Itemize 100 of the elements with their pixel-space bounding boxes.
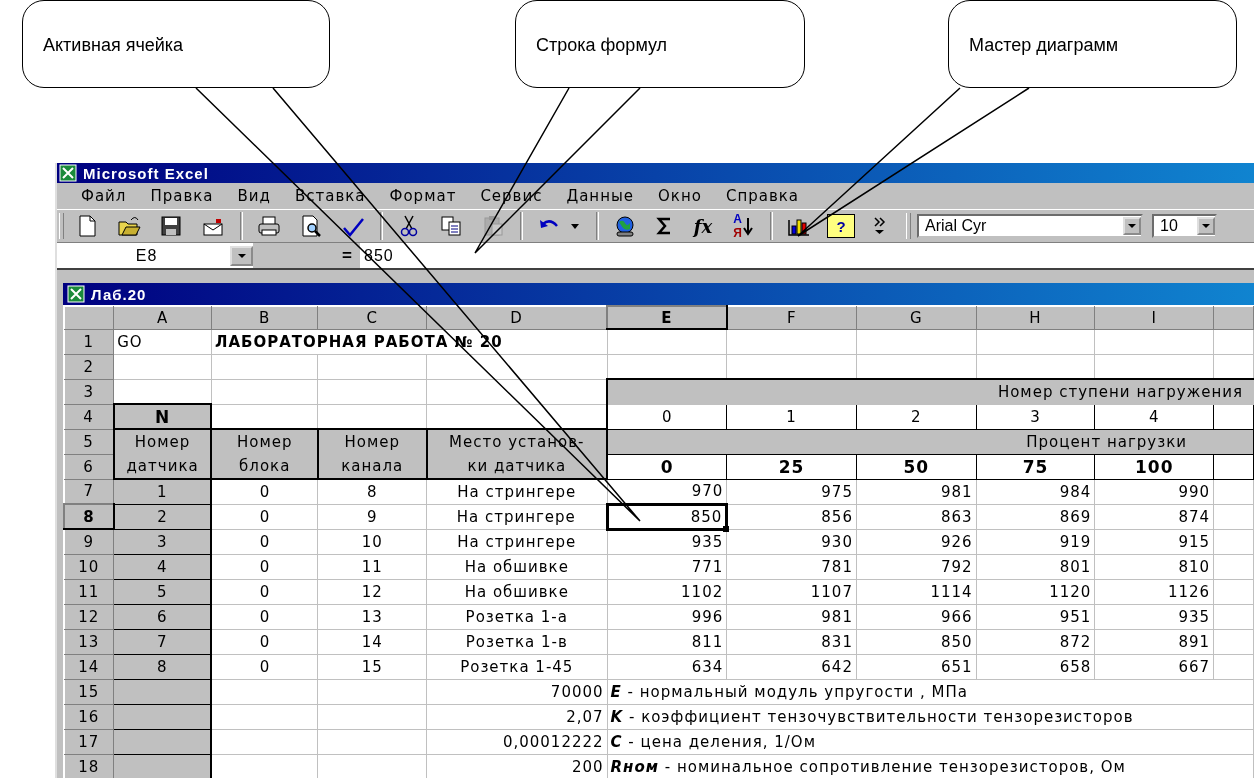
table-cell: 810 — [1094, 554, 1214, 579]
table-cell: 966 — [856, 604, 977, 629]
table-cell: На обшивке — [426, 579, 608, 604]
caret-icon — [1201, 221, 1211, 231]
column-header[interactable]: F — [726, 306, 857, 329]
table-cell: 1120 — [976, 579, 1095, 604]
name-box[interactable]: E8 — [63, 243, 230, 268]
table-cell: 658 — [976, 654, 1095, 679]
table-cell: 935 — [607, 529, 727, 554]
row-header[interactable]: 3 — [64, 379, 114, 404]
row-header[interactable]: 5 — [64, 429, 114, 454]
table-cell: 9 — [317, 504, 427, 529]
column-header[interactable]: B — [211, 306, 318, 329]
copy-icon[interactable] — [439, 214, 463, 238]
row-header[interactable]: 10 — [64, 554, 114, 579]
table-cell: 811 — [607, 629, 727, 654]
table-cell: 0 — [211, 504, 318, 529]
table-cell: C - цена деления, 1/Ом — [607, 729, 1254, 754]
table-cell: 3 — [113, 529, 212, 554]
row-header[interactable]: 15 — [64, 679, 114, 704]
table-cell: E - нормальный модуль упругости , МПа — [607, 679, 1254, 704]
row-header[interactable]: 18 — [64, 754, 114, 778]
table-cell: 984 — [976, 479, 1095, 504]
menu-item[interactable]: Окно — [646, 187, 714, 205]
table-cell: 7 — [113, 629, 212, 654]
row-header[interactable]: 17 — [64, 729, 114, 754]
table-cell: 4 — [1094, 404, 1214, 429]
table-cell: блока — [211, 454, 318, 479]
table-cell: 2 — [856, 404, 977, 429]
row-header[interactable]: 14 — [64, 654, 114, 679]
table-cell: 872 — [976, 629, 1095, 654]
table-cell: 0 — [607, 454, 727, 479]
dropdown-button[interactable] — [230, 245, 253, 266]
row-header[interactable]: 6 — [64, 454, 114, 479]
row-header[interactable]: 9 — [64, 529, 114, 554]
table-cell: 0 — [211, 529, 318, 554]
table-cell: Процент нагрузки — [607, 429, 1254, 454]
table-cell: 10 — [317, 529, 427, 554]
table-cell: Розетка 1-а — [426, 604, 608, 629]
column-header[interactable]: D — [426, 306, 608, 329]
font-size-select[interactable]: 10 — [1152, 214, 1217, 238]
menu-item[interactable]: Файл — [69, 187, 139, 205]
callout: Строка формул — [515, 0, 805, 88]
table-cell: 8 — [113, 654, 212, 679]
column-header[interactable]: I — [1094, 306, 1214, 329]
open-folder-icon[interactable] — [117, 214, 141, 238]
equals-sign: = — [342, 245, 352, 266]
table-cell: 990 — [1094, 479, 1214, 504]
font-select[interactable]: Arial Cyr — [917, 214, 1143, 238]
table-cell: 981 — [856, 479, 977, 504]
row-header[interactable]: 12 — [64, 604, 114, 629]
table-cell: 919 — [976, 529, 1095, 554]
dropdown-button[interactable] — [1197, 217, 1215, 235]
table-cell: K - коэффициент тензочувствительности тензорезисторов — [607, 704, 1254, 729]
help-button[interactable]: ? — [827, 214, 855, 238]
row-header[interactable]: 13 — [64, 629, 114, 654]
workbook-icon — [67, 285, 85, 303]
menu-item[interactable]: Формат — [377, 187, 469, 205]
table-cell: 0 — [211, 479, 318, 504]
table-cell: 792 — [856, 554, 977, 579]
column-header[interactable] — [1213, 306, 1254, 329]
table-cell: канала — [317, 454, 427, 479]
print-preview-icon[interactable] — [299, 214, 323, 238]
globe-icon[interactable] — [613, 214, 637, 238]
table-cell: Номер ступени нагружения — [607, 379, 1254, 404]
row-header[interactable]: 8 — [64, 504, 114, 529]
table-cell: 50 — [856, 454, 977, 479]
table-cell: 771 — [607, 554, 727, 579]
function-button[interactable]: fx — [693, 215, 713, 237]
table-cell: 0 — [211, 554, 318, 579]
column-header[interactable]: C — [317, 306, 427, 329]
table-cell: 667 — [1094, 654, 1214, 679]
menu-item[interactable]: Данные — [554, 187, 647, 205]
row-header[interactable]: 11 — [64, 579, 114, 604]
sort-button[interactable]: А Я — [733, 212, 753, 240]
table-cell: 0,00012222 — [426, 729, 608, 754]
table-cell: 2 — [113, 504, 212, 529]
column-header[interactable]: G — [856, 306, 977, 329]
column-header[interactable]: H — [976, 306, 1095, 329]
menu-item[interactable]: Вид — [225, 187, 283, 205]
printer-icon[interactable] — [257, 214, 281, 238]
table-cell: Розетка 1-45 — [426, 654, 608, 679]
row-header[interactable]: 2 — [64, 354, 114, 379]
table-cell: 1114 — [856, 579, 977, 604]
table-cell: 15 — [317, 654, 427, 679]
table-cell: 0 — [211, 579, 318, 604]
table-cell: 11 — [317, 554, 427, 579]
menu-item[interactable]: Справка — [713, 187, 811, 205]
table-cell: 4 — [113, 554, 212, 579]
save-icon[interactable] — [159, 214, 183, 238]
menu-item[interactable]: Правка — [138, 187, 226, 205]
column-header[interactable]: E — [607, 306, 727, 329]
column-header[interactable]: A — [113, 306, 212, 329]
table-cell: 781 — [726, 554, 857, 579]
table-cell: датчика — [113, 454, 212, 479]
row-header[interactable]: 16 — [64, 704, 114, 729]
row-header[interactable]: 1 — [64, 329, 114, 354]
row-header[interactable]: 4 — [64, 404, 114, 429]
table-cell: 926 — [856, 529, 977, 554]
dropdown-button[interactable] — [1123, 217, 1141, 235]
